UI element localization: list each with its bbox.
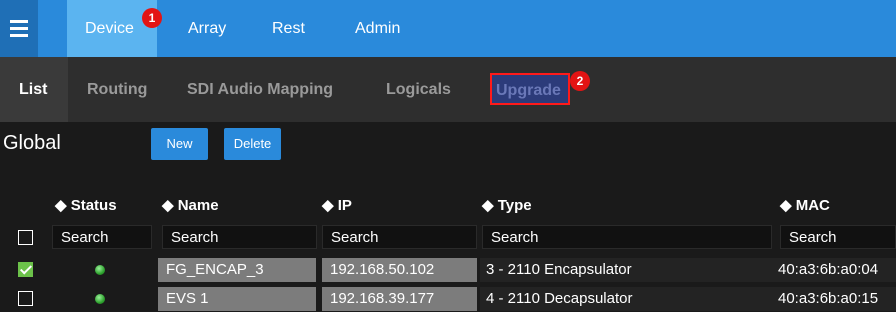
column-header-ip[interactable]: ◆ IP: [322, 196, 352, 214]
device-mac: 40:a3:6b:a0:15: [772, 287, 896, 311]
new-button[interactable]: New: [151, 128, 208, 160]
search-input-name[interactable]: Search: [162, 225, 317, 249]
subtab-label: Upgrade: [496, 82, 561, 99]
delete-button[interactable]: Delete: [224, 128, 281, 160]
sort-icon: ◆: [322, 197, 334, 214]
top-nav-bar: Device 1 Array Rest Admin: [0, 0, 896, 57]
column-header-label: Status: [70, 197, 117, 214]
subtab-label: Routing: [87, 81, 148, 98]
column-header-label: MAC: [795, 197, 830, 214]
device-mac: 40:a3:6b:a0:04: [772, 258, 896, 282]
tab-label: Device: [85, 20, 134, 37]
subtab-label: Logicals: [386, 81, 451, 98]
device-ip: 192.168.50.102: [322, 258, 477, 282]
column-header-label: Name: [177, 197, 219, 214]
sub-nav-bar: List Routing SDI Audio Mapping Logicals …: [0, 57, 896, 122]
tab-label: Rest: [272, 20, 305, 37]
search-input-type[interactable]: Search: [482, 225, 772, 249]
select-all-checkbox[interactable]: [18, 230, 33, 245]
sort-icon: ◆: [780, 197, 792, 214]
column-header-status[interactable]: ◆ Status: [55, 196, 117, 214]
subtab-logicals[interactable]: Logicals: [386, 57, 451, 122]
search-input-mac[interactable]: Search: [780, 225, 896, 249]
sort-icon: ◆: [482, 197, 494, 214]
status-online-icon: [95, 265, 105, 275]
notification-badge-2: 2: [570, 71, 590, 91]
column-header-type[interactable]: ◆ Type: [482, 196, 532, 214]
column-header-label: Type: [497, 197, 532, 214]
search-input-status[interactable]: Search: [52, 225, 152, 249]
row-checkbox[interactable]: [18, 291, 33, 306]
tab-rest[interactable]: Rest: [272, 0, 305, 57]
tab-label: Admin: [355, 20, 401, 37]
subtab-upgrade[interactable]: Upgrade: [490, 73, 570, 105]
tab-array[interactable]: Array: [188, 0, 226, 57]
tab-admin[interactable]: Admin: [355, 0, 400, 57]
subtab-label: SDI Audio Mapping: [187, 81, 334, 98]
status-online-icon: [95, 294, 105, 304]
device-name: EVS 1: [158, 287, 316, 311]
device-name: FG_ENCAP_3: [158, 258, 316, 282]
sort-icon: ◆: [162, 197, 174, 214]
device-type: 3 - 2110 Encapsulator: [480, 258, 772, 282]
column-header-mac[interactable]: ◆ MAC: [780, 196, 830, 214]
column-header-label: IP: [337, 197, 352, 214]
notification-badge-1: 1: [142, 8, 162, 28]
search-input-ip[interactable]: Search: [322, 225, 477, 249]
tab-device[interactable]: Device: [67, 0, 157, 57]
sort-icon: ◆: [55, 197, 67, 214]
device-ip: 192.168.39.177: [322, 287, 477, 311]
device-type: 4 - 2110 Decapsulator: [480, 287, 772, 311]
subtab-routing[interactable]: Routing: [87, 57, 147, 122]
subtab-label: List: [19, 81, 48, 98]
section-title: Global: [3, 132, 61, 154]
subtab-sdi-audio-mapping[interactable]: SDI Audio Mapping: [187, 57, 333, 122]
row-checkbox[interactable]: [18, 262, 33, 277]
column-header-name[interactable]: ◆ Name: [162, 196, 219, 214]
subtab-list[interactable]: List: [0, 57, 68, 122]
tab-label: Array: [188, 20, 227, 37]
hamburger-menu-icon[interactable]: [0, 0, 38, 57]
